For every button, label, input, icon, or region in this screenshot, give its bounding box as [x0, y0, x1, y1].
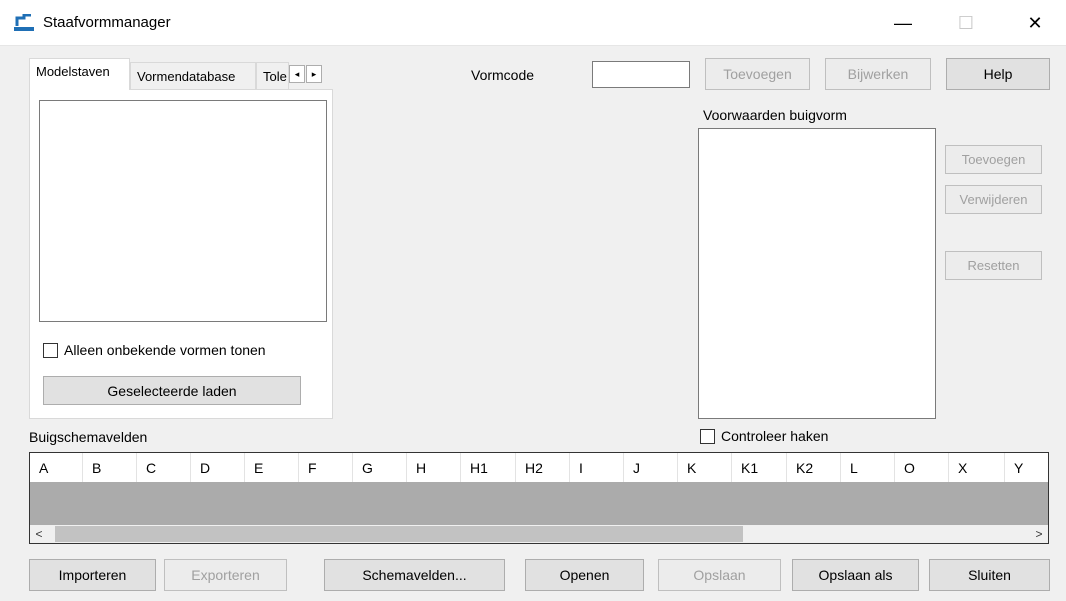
- column-header[interactable]: H1: [461, 453, 516, 482]
- tab-panel-modelstaven: Alleen onbekende vormen tonen Geselectee…: [29, 89, 333, 419]
- modelstaven-list[interactable]: [39, 100, 327, 322]
- export-button[interactable]: Exporteren: [164, 559, 287, 591]
- vormcode-label: Vormcode: [471, 67, 535, 83]
- column-header[interactable]: A: [30, 453, 83, 482]
- column-header[interactable]: K1: [732, 453, 787, 482]
- reset-conditions-button[interactable]: Resetten: [945, 251, 1042, 280]
- import-button[interactable]: Importeren: [29, 559, 156, 591]
- minimize-icon[interactable]: —: [880, 0, 926, 46]
- conditions-list[interactable]: [698, 128, 936, 419]
- load-selected-button[interactable]: Geselecteerde laden: [43, 376, 301, 405]
- column-header[interactable]: X: [949, 453, 1005, 482]
- schema-fields-grid[interactable]: A B C D E F G H H1 H2 I J K K1 K2 L O X …: [29, 452, 1049, 544]
- scroll-right-icon[interactable]: >: [1030, 525, 1048, 543]
- column-header[interactable]: L: [841, 453, 895, 482]
- scrollbar-thumb[interactable]: [55, 526, 743, 542]
- column-header[interactable]: B: [83, 453, 137, 482]
- close-icon[interactable]: ✕: [1012, 0, 1058, 46]
- help-button[interactable]: Help: [946, 58, 1050, 90]
- unknown-shapes-checkbox[interactable]: [43, 343, 58, 358]
- column-header[interactable]: F: [299, 453, 353, 482]
- maximize-icon: ☐: [957, 12, 975, 33]
- column-header[interactable]: G: [353, 453, 407, 482]
- vormcode-input[interactable]: [592, 61, 690, 88]
- column-header[interactable]: K: [678, 453, 732, 482]
- tab-modelstaven[interactable]: Modelstaven: [29, 58, 130, 90]
- column-header[interactable]: I: [570, 453, 624, 482]
- tab-scroll-left-icon[interactable]: ◂: [289, 65, 305, 83]
- unknown-shapes-label: Alleen onbekende vormen tonen: [64, 342, 266, 358]
- schema-fields-label: Buigschemavelden: [29, 429, 148, 445]
- open-button[interactable]: Openen: [525, 559, 644, 591]
- column-header[interactable]: J: [624, 453, 678, 482]
- tab-vormendatabase[interactable]: Vormendatabase: [130, 62, 256, 90]
- conditions-label: Voorwaarden buigvorm: [703, 107, 847, 123]
- app-icon: [14, 14, 34, 31]
- column-header[interactable]: K2: [787, 453, 841, 482]
- save-as-button[interactable]: Opslaan als: [792, 559, 919, 591]
- schema-fields-button[interactable]: Schemavelden...: [324, 559, 505, 591]
- check-hooks-checkbox[interactable]: [700, 429, 715, 444]
- column-header[interactable]: H2: [516, 453, 570, 482]
- column-header[interactable]: Y: [1005, 453, 1048, 482]
- column-header[interactable]: C: [137, 453, 191, 482]
- column-header[interactable]: E: [245, 453, 299, 482]
- tab-scroll-right-icon[interactable]: ▸: [306, 65, 322, 83]
- column-header[interactable]: O: [895, 453, 949, 482]
- update-shape-button[interactable]: Bijwerken: [825, 58, 931, 90]
- remove-condition-button[interactable]: Verwijderen: [945, 185, 1042, 214]
- column-header[interactable]: D: [191, 453, 245, 482]
- grid-header: A B C D E F G H H1 H2 I J K K1 K2 L O X …: [30, 453, 1048, 482]
- add-shape-button[interactable]: Toevoegen: [705, 58, 810, 90]
- scroll-left-icon[interactable]: <: [30, 525, 48, 543]
- add-condition-button[interactable]: Toevoegen: [945, 145, 1042, 174]
- close-button[interactable]: Sluiten: [929, 559, 1050, 591]
- save-button[interactable]: Opslaan: [658, 559, 781, 591]
- grid-horizontal-scrollbar[interactable]: < >: [30, 525, 1048, 543]
- window-title: Staafvormmanager: [43, 14, 171, 31]
- column-header[interactable]: H: [407, 453, 461, 482]
- title-bar: Staafvormmanager — ☐ ✕: [0, 0, 1066, 46]
- check-hooks-label: Controleer haken: [721, 428, 829, 444]
- tab-tole[interactable]: Tole: [256, 62, 289, 90]
